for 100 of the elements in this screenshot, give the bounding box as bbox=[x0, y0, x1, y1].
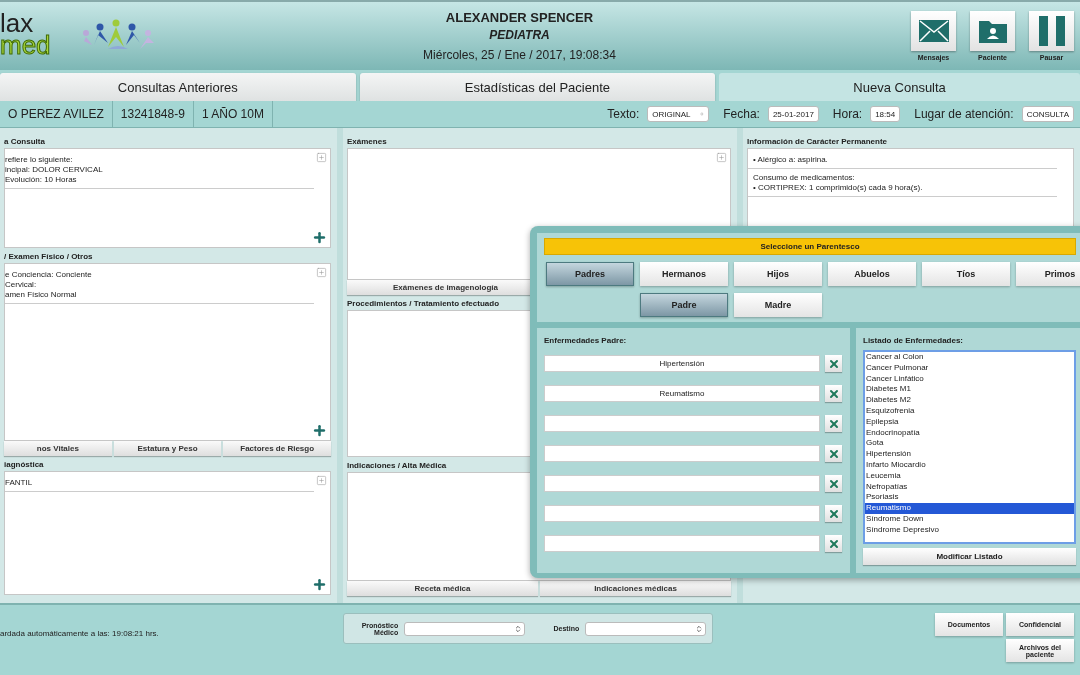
section-button[interactable]: Indicaciones médicas bbox=[540, 581, 731, 596]
plus-icon[interactable] bbox=[312, 423, 327, 438]
x-icon bbox=[827, 387, 840, 400]
remove-button[interactable] bbox=[825, 475, 842, 492]
relation-button[interactable]: Tíos bbox=[922, 262, 1010, 286]
disease-field[interactable]: Reumatismo bbox=[544, 385, 820, 402]
section-title: a Consulta bbox=[4, 137, 45, 146]
list-item[interactable]: Leucemia bbox=[865, 470, 1074, 482]
member-button[interactable]: Madre bbox=[734, 293, 822, 317]
text-line: FANTIL bbox=[5, 478, 34, 488]
dropdown[interactable] bbox=[585, 621, 706, 636]
expand-icon[interactable] bbox=[316, 267, 327, 278]
patient-info: 1 AÑO 10M bbox=[193, 101, 273, 127]
list-item[interactable]: Síndrome Depresivo bbox=[865, 524, 1074, 536]
section-button[interactable]: nos Vitales bbox=[4, 441, 112, 456]
section-title: / Examen Físico / Otros bbox=[4, 252, 93, 261]
section-title: Exámenes bbox=[347, 137, 387, 146]
relation-button[interactable]: Hijos bbox=[734, 262, 822, 286]
relation-button[interactable]: Padres bbox=[546, 262, 634, 286]
section-button[interactable]: Receta médica bbox=[347, 581, 538, 596]
disease-field[interactable] bbox=[544, 445, 820, 462]
disease-list[interactable] bbox=[863, 350, 1076, 544]
remove-button[interactable] bbox=[825, 415, 842, 432]
remove-button[interactable] bbox=[825, 535, 842, 552]
expand-icon[interactable] bbox=[316, 152, 327, 163]
list-item[interactable]: Cancer al Colon bbox=[865, 352, 1074, 363]
input-field[interactable]: CONSULTA bbox=[1021, 106, 1074, 122]
disease-field[interactable] bbox=[544, 535, 820, 552]
date-time: Miércoles, 25 / Ene / 2017, 19:08:34 bbox=[423, 48, 616, 62]
disease-field[interactable] bbox=[544, 475, 820, 492]
relation-button[interactable]: Primos bbox=[1016, 262, 1080, 286]
remove-button[interactable] bbox=[825, 355, 842, 372]
folder-person-icon bbox=[978, 19, 1007, 43]
modify-list-button[interactable]: Modificar Listado bbox=[863, 548, 1076, 565]
dialog-title: Seleccione un Parentesco bbox=[544, 238, 1076, 255]
dropdown[interactable] bbox=[404, 621, 525, 636]
section-title: Información de Carácter Permanente bbox=[747, 137, 888, 146]
pause-icon bbox=[1038, 16, 1065, 46]
list-item[interactable]: Diabetes M2 bbox=[865, 395, 1074, 406]
member-button[interactable]: Padre bbox=[640, 293, 728, 317]
logo-text: lax bbox=[0, 12, 34, 34]
tab[interactable]: Nueva Consulta bbox=[719, 73, 1080, 101]
list-item[interactable]: Cancer Pulmonar bbox=[865, 362, 1074, 374]
panel-title: Listado de Enfermedades: bbox=[863, 336, 965, 345]
x-icon bbox=[827, 507, 840, 520]
specialty: PEDIATRA bbox=[489, 28, 550, 42]
list-item[interactable]: Epilepsia bbox=[865, 416, 1074, 428]
disease-field[interactable]: Hipertensión bbox=[544, 355, 820, 372]
tab[interactable]: Consultas Anteriores bbox=[0, 73, 356, 101]
list-item[interactable]: Gota bbox=[865, 438, 1074, 450]
section-button[interactable]: Estatura y Peso bbox=[113, 441, 222, 456]
list-item[interactable]: Esquizofrenia bbox=[865, 406, 1074, 417]
section-button[interactable]: Factores de Riesgo bbox=[223, 441, 331, 456]
field-label: Lugar de atención: bbox=[914, 107, 1014, 121]
field-label: Texto: bbox=[607, 107, 640, 121]
list-item[interactable]: Infarto Miocardio bbox=[865, 459, 1074, 471]
list-item[interactable]: Reumatismo bbox=[865, 503, 1074, 514]
section-title: iagnóstica bbox=[4, 460, 44, 469]
input-field[interactable]: 18:54 bbox=[870, 106, 901, 122]
text-line: • Alérgico a: aspirina. bbox=[752, 155, 829, 165]
text-line: Consumo de medicamentos: bbox=[752, 173, 856, 183]
section-title: Procedimientos / Tratamiento efectuado bbox=[347, 299, 500, 308]
relation-button[interactable]: Hermanos bbox=[640, 262, 728, 286]
x-icon bbox=[827, 357, 840, 370]
panel-title: Enfermedades Padre: bbox=[544, 336, 628, 345]
list-item[interactable]: Diabetes M1 bbox=[865, 384, 1074, 396]
relation-button[interactable]: Abuelos bbox=[828, 262, 916, 286]
field-label: Hora: bbox=[832, 107, 863, 121]
list-item[interactable]: Nefropatías bbox=[865, 481, 1074, 493]
text-area[interactable]: refiere lo siguiente: incipal: DOLOR CERVICAL Evolución: 10 Horas bbox=[4, 148, 331, 248]
text-select[interactable]: ORIGINAL bbox=[647, 106, 710, 122]
expand-icon[interactable] bbox=[716, 152, 727, 163]
disease-field[interactable] bbox=[544, 505, 820, 522]
list-item[interactable]: Hipertensión bbox=[865, 449, 1074, 460]
text-line: refiere lo siguiente: bbox=[5, 155, 74, 165]
patient-info: 13241848-9 bbox=[112, 101, 194, 127]
plus-icon[interactable] bbox=[312, 230, 327, 245]
list-item[interactable]: Cancer Linfático bbox=[865, 373, 1074, 385]
text-line: e Conciencia: Conciente bbox=[5, 270, 93, 280]
list-item[interactable]: Psoriasis bbox=[865, 492, 1074, 504]
x-icon bbox=[827, 537, 840, 550]
text-area[interactable]: FANTIL bbox=[4, 471, 331, 595]
remove-button[interactable] bbox=[825, 505, 842, 522]
field-label: Fecha: bbox=[723, 107, 760, 121]
expand-icon[interactable] bbox=[316, 475, 327, 486]
doctor-name: ALEXANDER SPENCER bbox=[445, 10, 594, 25]
input-field[interactable]: 25-01-2017 bbox=[767, 106, 819, 122]
remove-button[interactable] bbox=[825, 385, 842, 402]
patient-info: O PEREZ AVILEZ bbox=[0, 101, 113, 127]
text-area[interactable]: e Conciencia: Conciente Cervical: amen Físico Normal bbox=[4, 263, 331, 441]
envelope-icon bbox=[918, 20, 949, 42]
plus-icon[interactable] bbox=[312, 577, 327, 592]
remove-button[interactable] bbox=[825, 445, 842, 462]
disease-field[interactable] bbox=[544, 415, 820, 432]
tab[interactable]: Estadísticas del Paciente bbox=[359, 73, 716, 101]
text-line: incipal: DOLOR CERVICAL bbox=[5, 165, 104, 175]
list-item[interactable]: Endocrinopatía bbox=[865, 427, 1074, 439]
autosave-status: ardada automáticamente a las: 19:08:21 hrs. bbox=[0, 629, 160, 638]
list-item[interactable]: Síndrome Down bbox=[865, 513, 1074, 525]
text-line: • CORTIPREX: 1 comprimido(s) cada 9 hora(s). bbox=[752, 183, 924, 193]
